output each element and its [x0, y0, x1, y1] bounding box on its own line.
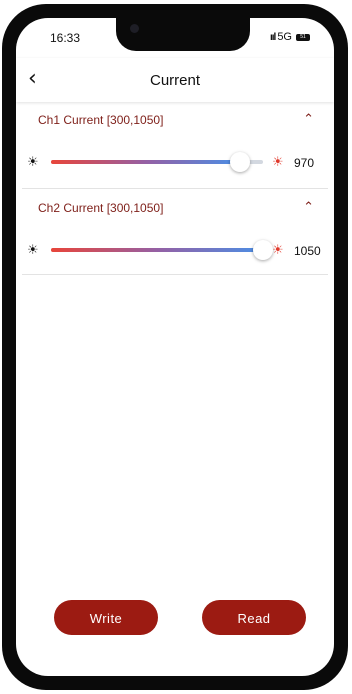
chevron-up-icon[interactable]: ⌃ — [303, 111, 314, 127]
channel-label: Ch2 Current [300,1050] — [38, 201, 164, 215]
channel-label: Ch1 Current [300,1050] — [38, 113, 164, 127]
phone-frame: 16:33 ııl 5G 51 ‹ Current Ch1 Current [3… — [2, 4, 348, 690]
ch1-value: 970 — [294, 156, 315, 170]
channel-section-1: Ch1 Current [300,1050] ⌃ — [24, 111, 324, 193]
chevron-up-icon[interactable]: ⌃ — [303, 199, 314, 215]
page-title: Current — [149, 72, 201, 89]
sun-icon-red: ☀ — [272, 154, 284, 169]
sun-icon: ☀ — [27, 154, 39, 169]
write-button[interactable]: Write — [54, 600, 158, 635]
ch1-slider-track[interactable] — [51, 152, 263, 172]
divider — [22, 274, 328, 275]
camera-icon — [130, 24, 139, 33]
screen: 16:33 ııl 5G 51 ‹ Current Ch1 Current [3… — [16, 18, 334, 676]
sun-icon: ☀ — [27, 242, 39, 257]
network-label: 5G — [277, 31, 292, 43]
ch2-value: 1050 — [294, 244, 321, 258]
signal-icon: ııl — [269, 31, 276, 43]
status-time: 16:33 — [50, 31, 81, 45]
sun-icon-red: ☀ — [272, 242, 284, 257]
notch — [116, 18, 250, 51]
read-button[interactable]: Read — [202, 600, 306, 635]
ch1-slider-fill — [51, 160, 240, 164]
channel-section-2: Ch2 Current [300,1050] ⌃ — [24, 199, 324, 281]
ch1-slider-thumb[interactable] — [230, 152, 250, 172]
ch2-slider-fill — [51, 248, 263, 252]
ch2-slider-track[interactable] — [51, 240, 273, 260]
divider — [22, 188, 328, 189]
status-indicators: ııl 5G 51 — [270, 31, 310, 43]
app-bar: ‹ Current — [16, 58, 334, 102]
battery-icon: 51 — [296, 33, 310, 41]
ch2-slider-thumb[interactable] — [253, 240, 273, 260]
